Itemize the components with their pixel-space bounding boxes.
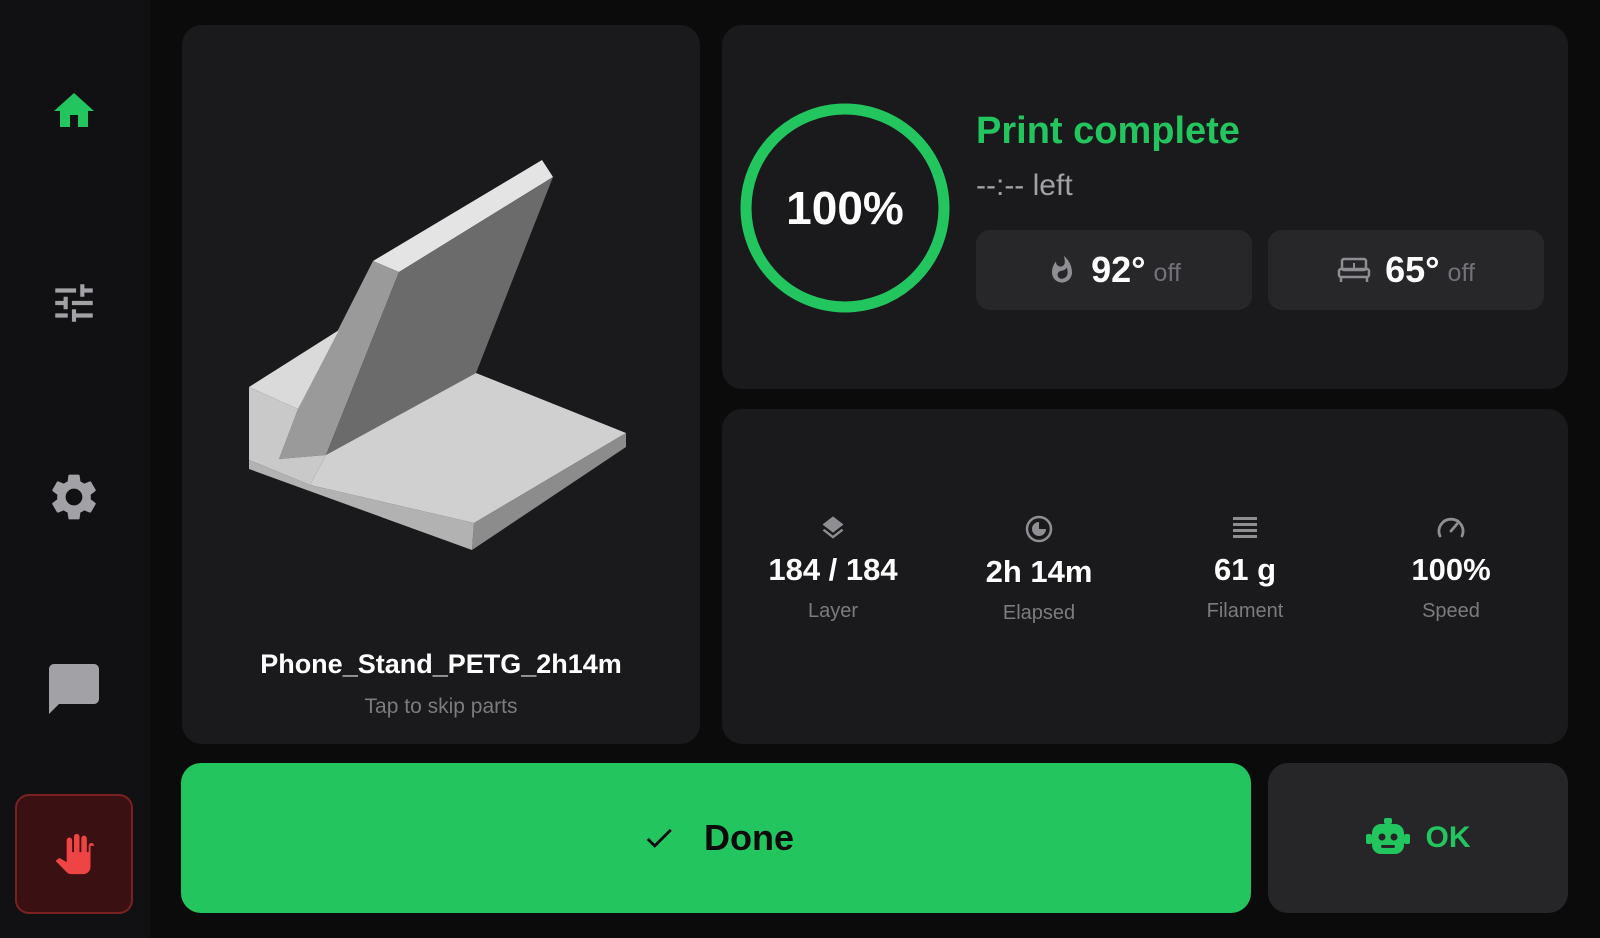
bed-temp-chip[interactable]: 65° off	[1268, 230, 1544, 310]
nav-tune-button[interactable]	[15, 244, 133, 362]
chat-icon	[49, 664, 99, 714]
home-icon	[54, 93, 94, 127]
elapsed-label: Elapsed	[1002, 602, 1076, 624]
stat-filament: 61 g Filament	[1142, 514, 1348, 623]
filament-label: Filament	[1206, 600, 1284, 622]
filament-icon	[1233, 517, 1257, 538]
gauge-icon	[1437, 517, 1465, 538]
time-remaining: --:-- left	[976, 169, 1073, 202]
layer-label: Layer	[807, 600, 859, 622]
job-thumbnail-card[interactable]: Phone_Stand_PETG_2h14m Tap to skip parts	[182, 25, 700, 744]
flame-icon	[1052, 255, 1073, 283]
nav-settings-button[interactable]	[15, 438, 133, 556]
layers-icon	[822, 516, 844, 539]
hand-stop-icon	[55, 833, 95, 875]
stat-speed[interactable]: 100% Speed	[1348, 514, 1554, 623]
gear-icon	[52, 474, 96, 520]
filament-value: 61 g	[1213, 552, 1277, 587]
model-preview	[249, 160, 626, 550]
print-stats-card: 184 / 184 Layer 2h 14m Elapsed 61 g Fila…	[722, 409, 1568, 744]
nozzle-heater-state: off	[1153, 258, 1181, 287]
ok-button[interactable]: OK	[1268, 763, 1568, 913]
speed-label: Speed	[1422, 600, 1480, 622]
stat-layer: 184 / 184 Layer	[730, 514, 936, 623]
nav-home-button[interactable]	[15, 52, 133, 170]
ok-button-label: OK	[1425, 821, 1471, 854]
layer-value: 184 / 184	[768, 552, 898, 587]
progress-percent: 100%	[786, 182, 904, 234]
done-button[interactable]: Done	[181, 763, 1251, 913]
skip-parts-hint: Tap to skip parts	[364, 695, 518, 718]
done-button-label: Done	[704, 817, 794, 858]
file-name: Phone_Stand_PETG_2h14m	[260, 649, 622, 679]
sliders-icon	[55, 284, 93, 322]
bed-temp-value: 65°	[1385, 249, 1440, 290]
sidebar	[0, 0, 150, 938]
status-title: Print complete	[976, 110, 1240, 152]
nozzle-temp-chip[interactable]: 92° off	[976, 230, 1252, 310]
nav-console-button[interactable]	[15, 630, 133, 748]
clock-icon	[1025, 515, 1053, 543]
bed-icon	[1337, 257, 1371, 282]
emergency-stop-button[interactable]	[15, 794, 133, 914]
speed-value: 100%	[1411, 552, 1491, 587]
print-status-card: 100% Print complete --:-- left 92° off 6…	[722, 25, 1568, 389]
stat-elapsed: 2h 14m Elapsed	[936, 514, 1142, 625]
check-icon	[646, 828, 672, 848]
elapsed-value: 2h 14m	[985, 554, 1093, 589]
nozzle-temp-value: 92°	[1091, 249, 1146, 290]
robot-icon	[1365, 818, 1410, 854]
bed-heater-state: off	[1447, 258, 1475, 287]
